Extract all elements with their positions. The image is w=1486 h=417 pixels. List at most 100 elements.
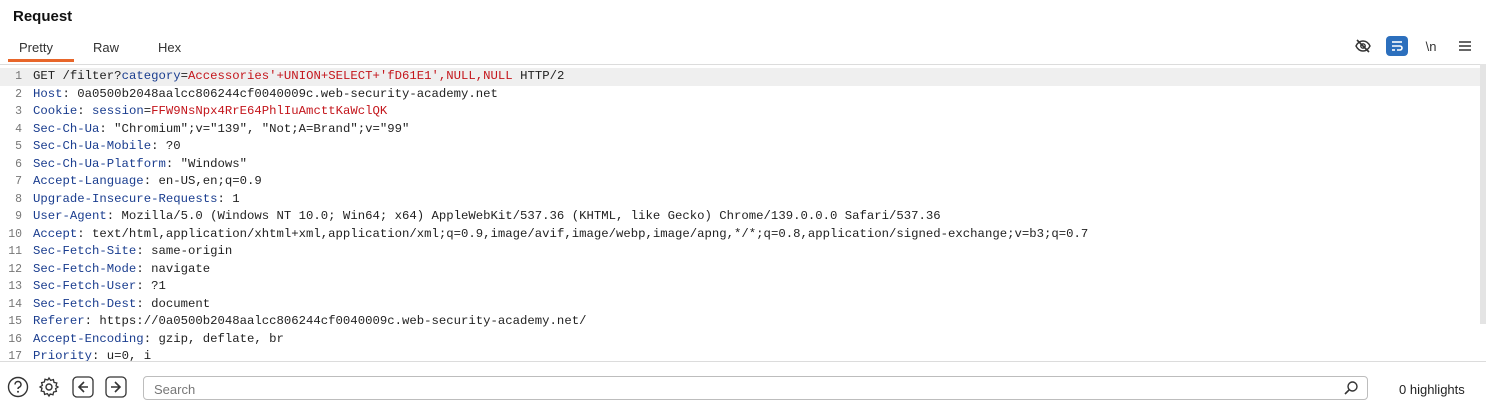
- line-content: Accept-Language: en-US,en;q=0.9: [33, 173, 262, 191]
- forward-icon[interactable]: [105, 376, 127, 398]
- menu-icon[interactable]: [1454, 36, 1476, 56]
- param-value: Accessories'+UNION+SELECT+'fD61E1',NULL,…: [188, 69, 513, 83]
- line-content: GET /filter?category=Accessories'+UNION+…: [33, 68, 564, 86]
- line-content: Sec-Ch-Ua-Platform: "Windows": [33, 156, 247, 174]
- header-value: : "Windows": [165, 156, 248, 171]
- header-value: : https://0a0500b2048aalcc806244cf004000…: [84, 314, 587, 328]
- line-content: Priority: u=0, i: [33, 348, 152, 362]
- line-number: 9: [15, 210, 22, 223]
- code-line: 4 Sec-Ch-Ua: "Chromium";v="139", "Not;A=B…: [0, 121, 1480, 139]
- tab-hex[interactable]: Hex: [158, 38, 198, 62]
- code-line: 12 Sec-Fetch-Mode: navigate: [0, 261, 1480, 279]
- line-number: 16: [8, 332, 22, 346]
- cookie-name: session: [92, 104, 144, 118]
- request-line-method: GET /filter?: [33, 69, 122, 83]
- line-content: Sec-Fetch-Site: same-origin: [33, 243, 232, 261]
- newline-label: \n: [1425, 38, 1437, 54]
- settings-icon[interactable]: [38, 376, 60, 398]
- line-number: 14: [8, 297, 22, 311]
- header-name: Sec-Fetch-Dest: [33, 296, 137, 311]
- header-value: : Mozilla/5.0 (Windows NT 10.0; Win64; x…: [106, 209, 941, 223]
- header-value: : u=0, i: [92, 349, 152, 362]
- code-line: 13 Sec-Fetch-User: ?1: [0, 278, 1480, 296]
- cookie-equals: =: [143, 104, 152, 118]
- code-line: 7 Accept-Language: en-US,en;q=0.9: [0, 173, 1480, 191]
- header-name: Sec-Ch-Ua-Platform: [33, 156, 166, 171]
- search-icon[interactable]: [1343, 380, 1359, 401]
- footer-bar: 0 highlights: [0, 372, 1486, 406]
- panel-title: Request: [13, 8, 73, 25]
- line-content: Accept: text/html,application/xhtml+xml,…: [33, 226, 1088, 244]
- code-line: 17 Priority: u=0, i: [0, 348, 1480, 362]
- header-name: Cookie: [33, 104, 78, 118]
- line-content: Sec-Ch-Ua-Mobile: ?0: [33, 138, 181, 156]
- line-number: 15: [8, 315, 22, 328]
- line-number: 4: [15, 122, 22, 136]
- header-name: Priority: [33, 349, 93, 362]
- code-line: 10 Accept: text/html,application/xhtml+xm…: [0, 226, 1480, 244]
- header-value: : 0a0500b2048aalcc806244cf0040009c.web-s…: [62, 86, 498, 101]
- eye-off-icon[interactable]: [1352, 36, 1374, 56]
- line-number: 12: [8, 262, 22, 276]
- header-value: : navigate: [136, 261, 211, 276]
- code-line: 6 Sec-Ch-Ua-Platform: "Windows": [0, 156, 1480, 174]
- header-name: Sec-Ch-Ua: [33, 121, 100, 136]
- code-line: 16 Accept-Encoding: gzip, deflate, br: [0, 331, 1480, 349]
- header-value: : "Chromium";v="139", "Not;A=Brand";v="9…: [99, 121, 410, 136]
- code-line: 15 Referer: https://0a0500b2048aalcc80624…: [0, 313, 1480, 331]
- vertical-scrollbar[interactable]: [1480, 64, 1486, 324]
- search-input[interactable]: [144, 377, 1336, 401]
- header-name: Host: [33, 86, 63, 101]
- header-value: : document: [136, 296, 211, 311]
- editor-toolbar: \n: [1352, 36, 1476, 56]
- line-content: Host: 0a0500b2048aalcc806244cf0040009c.w…: [33, 86, 498, 104]
- header-name: Referer: [33, 314, 85, 328]
- code-line: 5 Sec-Ch-Ua-Mobile: ?0: [0, 138, 1480, 156]
- line-number: 13: [8, 280, 22, 293]
- header-value: : ?1: [136, 279, 166, 293]
- line-number: 6: [15, 157, 22, 171]
- code-line: 8 Upgrade-Insecure-Requests: 1: [0, 191, 1480, 209]
- line-content: Accept-Encoding: gzip, deflate, br: [33, 331, 284, 349]
- line-content: Sec-Fetch-Dest: document: [33, 296, 210, 314]
- active-tab-indicator: [8, 59, 74, 62]
- header-value: : ?0: [151, 139, 181, 153]
- param-name: category: [121, 69, 181, 83]
- code-line: 3 Cookie: session=FFW9NsNpx4RrE64PhlIuAmc…: [0, 103, 1480, 121]
- line-number: 5: [15, 140, 22, 153]
- newline-icon[interactable]: \n: [1420, 36, 1442, 56]
- line-content: Sec-Fetch-User: ?1: [33, 278, 166, 296]
- line-content: Sec-Ch-Ua: "Chromium";v="139", "Not;A=Br…: [33, 121, 409, 139]
- line-content: Upgrade-Insecure-Requests: 1: [33, 191, 240, 209]
- line-number: 3: [15, 105, 22, 118]
- request-line-protocol: HTTP/2: [512, 69, 565, 83]
- header-value: :: [77, 104, 93, 118]
- line-number: 8: [15, 192, 22, 206]
- param-equals: =: [180, 69, 188, 83]
- line-content: Referer: https://0a0500b2048aalcc806244c…: [33, 313, 586, 331]
- help-icon[interactable]: [7, 376, 29, 398]
- header-name: Accept: [33, 226, 78, 241]
- line-number: 17: [8, 350, 22, 362]
- header-name: Sec-Ch-Ua-Mobile: [33, 139, 152, 153]
- header-value: : en-US,en;q=0.9: [143, 174, 262, 188]
- line-number: 7: [15, 175, 22, 188]
- tab-raw[interactable]: Raw: [93, 38, 139, 62]
- header-name: Sec-Fetch-Site: [33, 244, 137, 258]
- wrap-icon[interactable]: [1386, 36, 1408, 56]
- line-content: User-Agent: Mozilla/5.0 (Windows NT 10.0…: [33, 208, 941, 226]
- back-icon[interactable]: [72, 376, 94, 398]
- header-name: Accept-Language: [33, 174, 144, 188]
- code-line: 11 Sec-Fetch-Site: same-origin: [0, 243, 1480, 261]
- cookie-value: FFW9NsNpx4RrE64PhlIuAmcttKaWclQK: [151, 104, 388, 118]
- header-name: User-Agent: [33, 209, 107, 223]
- request-editor[interactable]: 1 GET /filter?category=Accessories'+UNION…: [0, 64, 1486, 362]
- header-value: : gzip, deflate, br: [143, 331, 284, 346]
- code-line: 2 Host: 0a0500b2048aalcc806244cf0040009c.…: [0, 86, 1480, 104]
- line-content: Cookie: session=FFW9NsNpx4RrE64PhlIuAmct…: [33, 103, 387, 121]
- line-number: 1: [15, 70, 22, 83]
- header-value: : text/html,application/xhtml+xml,applic…: [77, 226, 1089, 241]
- header-value: : same-origin: [136, 244, 233, 258]
- code-line: 1 GET /filter?category=Accessories'+UNION…: [0, 68, 1480, 86]
- line-number: 10: [8, 227, 22, 241]
